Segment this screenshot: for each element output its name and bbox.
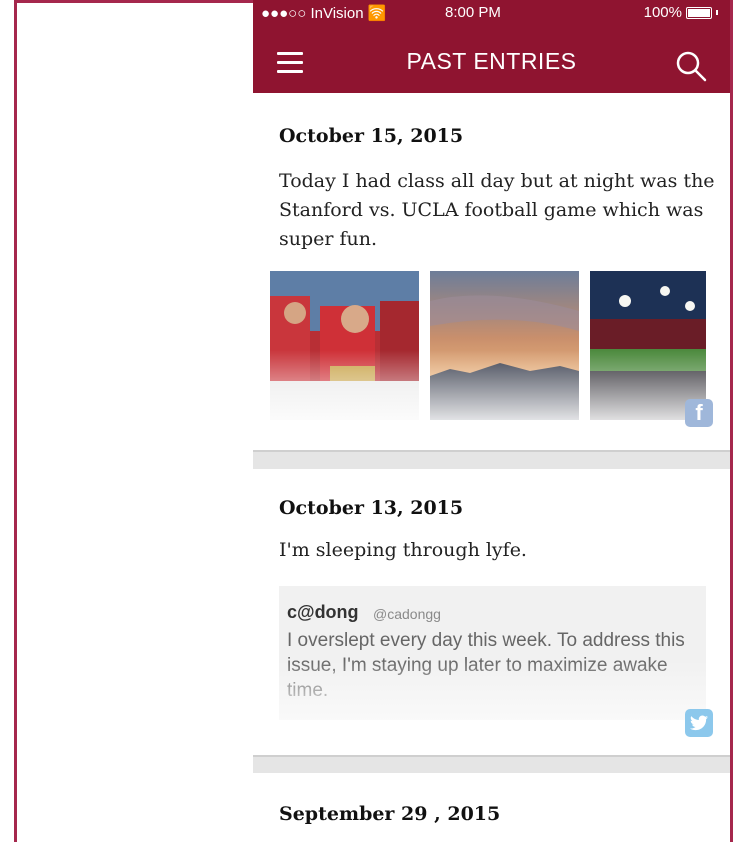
- status-bar: ●●●○○ InVision 🛜 8:00 PM 100%: [253, 0, 730, 24]
- header-bar: ●●●○○ InVision 🛜 8:00 PM 100% PAST ENTRI…: [253, 0, 730, 93]
- battery-tip: [716, 10, 718, 15]
- facebook-icon[interactable]: f: [685, 399, 713, 427]
- wifi-icon: 🛜: [367, 5, 387, 22]
- battery-percent: 100%: [643, 4, 682, 21]
- entry-date: October 15, 2015: [279, 125, 464, 147]
- frame-left-border: [14, 0, 17, 842]
- band-photo[interactable]: [270, 271, 419, 420]
- entry-card[interactable]: September 29 , 2015: [253, 773, 730, 842]
- tweet-author-handle: @cadongg: [373, 606, 441, 622]
- tweet-fade: [279, 660, 706, 720]
- sunset-photo[interactable]: [430, 271, 579, 420]
- page-title: PAST ENTRIES: [406, 48, 577, 74]
- twitter-icon[interactable]: [685, 709, 713, 737]
- entry-date: October 13, 2015: [279, 497, 464, 519]
- stadium-photo[interactable]: [590, 271, 706, 420]
- photo-fade: [430, 350, 579, 420]
- frame-top-border: [14, 0, 253, 3]
- phone-screen: ●●●○○ InVision 🛜 8:00 PM 100% PAST ENTRI…: [253, 0, 730, 842]
- carrier-label: ●●●○○ InVision: [261, 5, 364, 22]
- entry-text: Today I had class all day but at night w…: [279, 170, 715, 250]
- status-time: 8:00 PM: [445, 4, 501, 21]
- tweet-author-name: c@dong: [287, 602, 359, 622]
- battery-indicator: 100%: [644, 4, 718, 21]
- carrier-indicator: ●●●○○ InVision 🛜: [261, 4, 386, 22]
- entry-text: I'm sleeping through lyfe.: [279, 539, 527, 561]
- search-icon[interactable]: [675, 50, 707, 82]
- entry-card[interactable]: October 13, 2015 I'm sleeping through ly…: [253, 469, 730, 757]
- tweet-embed[interactable]: c@dong @cadongg I overslept every day th…: [279, 586, 706, 720]
- entry-card[interactable]: October 15, 2015 Today I had class all d…: [253, 93, 730, 452]
- entry-date: September 29 , 2015: [279, 803, 501, 825]
- frame-right-border: [730, 0, 733, 842]
- photo-fade: [270, 350, 419, 420]
- battery-icon: [686, 6, 712, 19]
